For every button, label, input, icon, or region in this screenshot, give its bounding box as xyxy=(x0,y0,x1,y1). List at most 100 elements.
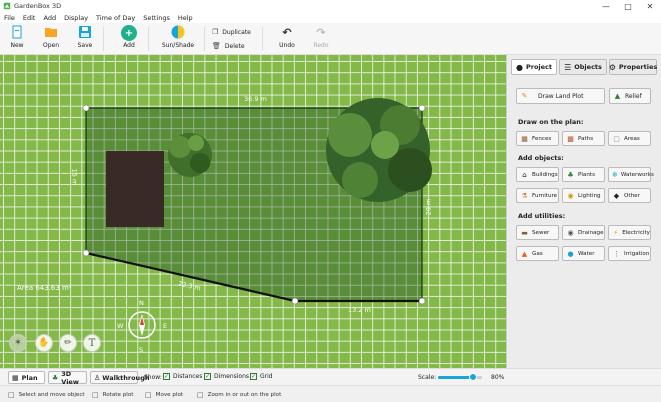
check-icon: ✓ xyxy=(250,372,257,380)
compass[interactable]: N S E W xyxy=(117,299,167,354)
undo-button[interactable]: ↶ Undo xyxy=(272,25,302,50)
status-select-text: Select and move object xyxy=(18,392,85,398)
mouse-left-icon: □ xyxy=(8,391,15,399)
dimensions-label: Dimensions xyxy=(214,373,250,380)
distances-label: Distances xyxy=(173,373,203,380)
sun-shade-button[interactable]: Sun/Shade xyxy=(162,25,194,49)
add-button[interactable]: + Add xyxy=(114,25,144,49)
app-logo-icon xyxy=(3,2,11,10)
tab-project[interactable]: ● Project xyxy=(511,59,557,75)
areas-button[interactable]: ▢ Areas xyxy=(608,131,651,146)
text-icon: T xyxy=(88,337,96,349)
other-button[interactable]: ◆ Other xyxy=(608,188,651,203)
toolbar: New Open Save + Add Sun/Shade ❐ Duplicat… xyxy=(0,23,661,55)
compass-n: N xyxy=(139,299,144,307)
plus-icon: + xyxy=(121,25,137,41)
bottom-dimension-label: 13.2 m xyxy=(348,306,371,314)
delete-button[interactable]: 🗑 Delete xyxy=(212,42,245,50)
waterworks-button[interactable]: ❄ Waterworks xyxy=(608,167,654,182)
scale-slider-thumb[interactable] xyxy=(469,373,478,381)
walkthrough-view-button[interactable]: ♙ Walkthrough xyxy=(90,371,149,384)
irrigation-label: Irrigation xyxy=(624,250,650,257)
folder-icon xyxy=(45,28,57,37)
building[interactable] xyxy=(106,151,164,227)
menu-add[interactable]: Add xyxy=(43,14,56,22)
mouse-wheel-icon: □ xyxy=(197,391,204,399)
tab-objects[interactable]: ☰ Objects xyxy=(559,59,607,75)
pan-tool-button[interactable]: ✋ xyxy=(35,334,53,352)
plants-button[interactable]: ♣ Plants xyxy=(562,167,605,182)
status-zoom-hint: □ Zoom in or out on the plot xyxy=(197,391,281,399)
buildings-button[interactable]: ⌂ Buildings xyxy=(516,167,559,182)
electricity-button[interactable]: ⚡ Electricity xyxy=(608,225,651,240)
draw-land-plot-label: Draw Land Plot xyxy=(538,92,584,100)
check-icon: ✓ xyxy=(163,372,170,380)
water-button[interactable]: ● Water xyxy=(562,246,605,261)
status-zoom-text: Zoom in or out on the plot xyxy=(207,392,282,398)
measure-tool-button[interactable]: ✏ xyxy=(59,334,77,352)
compass-s: S xyxy=(139,346,144,354)
lighting-button[interactable]: ◉ Lighting xyxy=(562,188,605,203)
other-label: Other xyxy=(624,192,640,199)
status-move-hint: □ Move plot xyxy=(145,391,183,399)
path-icon: ▩ xyxy=(567,134,574,143)
select-tool-button[interactable]: ✶ xyxy=(9,334,27,352)
fences-button[interactable]: ▦ Fences xyxy=(516,131,559,146)
status-rotate-text: Rotate plot xyxy=(102,392,134,398)
gas-button[interactable]: ▲ Gas xyxy=(516,246,559,261)
plants-label: Plants xyxy=(578,171,596,178)
compass-w: W xyxy=(117,322,124,330)
sewer-button[interactable]: ▬ Sewer xyxy=(516,225,559,240)
save-button[interactable]: Save xyxy=(70,25,100,49)
furniture-button[interactable]: ⚗ Furniture xyxy=(516,188,559,203)
layers-icon: ☰ xyxy=(564,62,572,72)
drainage-button[interactable]: ◉ Drainage xyxy=(562,225,605,240)
scale-slider-fill xyxy=(438,376,474,379)
tree-icon: ♣ xyxy=(567,170,574,179)
scale-slider[interactable] xyxy=(438,373,482,381)
new-file-icon xyxy=(12,25,22,39)
area-label: Area 643.63 m² xyxy=(17,284,72,292)
toolbar-separator xyxy=(262,27,263,51)
menu-file[interactable]: File xyxy=(4,14,15,22)
fences-label: Fences xyxy=(532,135,552,142)
lamp-icon: ◉ xyxy=(567,191,574,200)
menu-edit[interactable]: Edit xyxy=(23,14,36,22)
minimize-button[interactable]: — xyxy=(595,0,617,12)
save-icon xyxy=(79,26,91,38)
plan-icon: ▦ xyxy=(12,373,19,382)
furniture-label: Furniture xyxy=(532,192,558,199)
irrigation-button[interactable]: ⋮ Irrigation xyxy=(608,246,651,261)
3d-tree-icon: ♣ xyxy=(52,373,59,382)
relief-label: Relief xyxy=(625,92,642,100)
plan-view-button[interactable]: ▦ Plan xyxy=(8,371,45,384)
distances-checkbox[interactable]: ✓ Distances xyxy=(163,373,202,380)
open-label: Open xyxy=(42,42,60,49)
lighting-label: Lighting xyxy=(578,192,601,199)
3d-view-button[interactable]: ♣ 3D View xyxy=(48,370,87,386)
tree-small[interactable] xyxy=(168,133,212,177)
menu-time-of-day[interactable]: Time of Day xyxy=(96,14,135,22)
redo-button[interactable]: ↷ Redo xyxy=(306,25,336,50)
tree-large[interactable] xyxy=(326,98,432,202)
duplicate-button[interactable]: ❐ Duplicate xyxy=(212,28,251,36)
delete-label: Delete xyxy=(224,42,245,50)
text-tool-button[interactable]: T xyxy=(83,334,101,352)
plan-canvas[interactable]: 36.9 m 15 m 20 m 22.3 m 13.2 m Area 643.… xyxy=(0,55,506,368)
open-button[interactable]: Open xyxy=(36,25,66,49)
paths-button[interactable]: ▩ Paths xyxy=(562,131,605,146)
tab-properties[interactable]: ⚙ Properties xyxy=(609,59,657,75)
select-icon: ✶ xyxy=(14,338,22,348)
draw-land-plot-button[interactable]: ✎ Draw Land Plot xyxy=(516,88,605,104)
new-button[interactable]: New xyxy=(2,25,32,49)
menu-settings[interactable]: Settings xyxy=(143,14,170,22)
close-button[interactable]: ✕ xyxy=(639,0,661,12)
maximize-button[interactable]: □ xyxy=(617,0,639,12)
save-label: Save xyxy=(77,42,93,49)
grid-checkbox[interactable]: ✓ Grid xyxy=(250,373,273,380)
menu-help[interactable]: Help xyxy=(178,14,193,22)
relief-button[interactable]: ▲ Relief xyxy=(609,88,651,104)
sewer-label: Sewer xyxy=(532,229,550,236)
menu-display[interactable]: Display xyxy=(64,14,88,22)
dimensions-checkbox[interactable]: ✓ Dimensions xyxy=(204,373,249,380)
